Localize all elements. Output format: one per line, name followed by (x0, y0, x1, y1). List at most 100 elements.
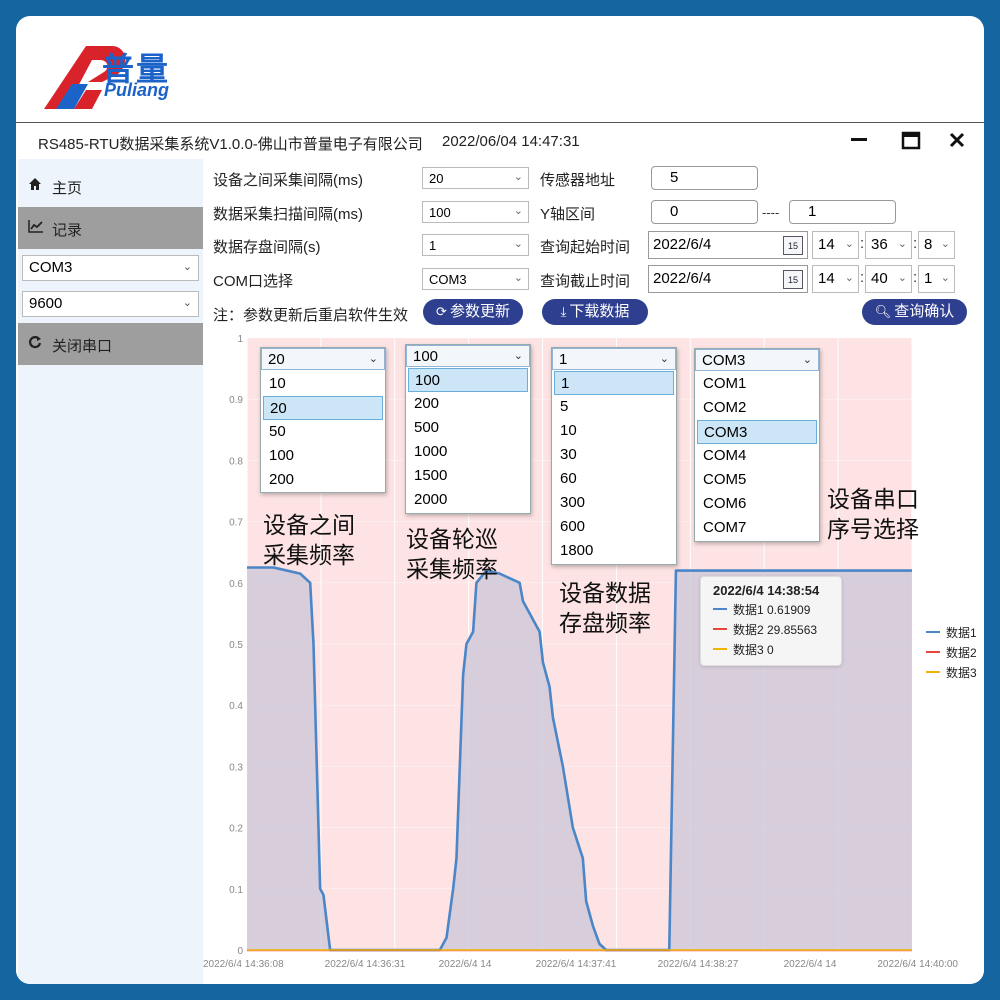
maximize-button[interactable] (896, 127, 926, 155)
dropdown-option[interactable]: 30 (554, 443, 674, 467)
option-label: COM1 (703, 375, 747, 392)
dropdown-option[interactable]: 1000 (408, 440, 528, 464)
chevron-down-icon: ⌄ (513, 238, 523, 250)
chevron-down-icon: ⌄ (368, 353, 378, 365)
dropdown-option[interactable]: 1800 (554, 539, 674, 563)
dropdown-header[interactable]: COM3 ⌄ (695, 349, 819, 371)
minimize-button[interactable] (844, 127, 874, 155)
download-data-button[interactable]: ⤓ 下载数据 (542, 299, 648, 325)
y-min-input[interactable]: 0 (651, 200, 758, 224)
dropdown-option[interactable]: 2000 (408, 488, 528, 512)
dropdown-selected: COM3 (702, 352, 746, 369)
calendar-icon[interactable]: 15 (783, 270, 803, 289)
storage-interval-select[interactable]: 1 ⌄ (422, 234, 529, 256)
option-label: 200 (269, 471, 295, 488)
close-icon (949, 132, 965, 148)
input-value: 0 (670, 203, 679, 220)
dropdown-option[interactable]: 5 (554, 395, 674, 419)
range-separator: ---- (762, 205, 780, 220)
device-interval-select[interactable]: 20 ⌄ (422, 167, 529, 189)
dropdown-option[interactable]: 20 (263, 396, 383, 420)
dropdown-option[interactable]: COM1 (697, 372, 817, 396)
annotation-line: 设备串口 (827, 486, 919, 512)
dropdown-option[interactable]: 60 (554, 467, 674, 491)
device-interval-label: 设备之间采集间隔(ms) (213, 172, 363, 189)
device-interval-dropdown[interactable]: 20 ⌄ 10 20 50 100 200 (260, 347, 386, 493)
series-swatch (713, 648, 727, 650)
end-minute-select[interactable]: 40 ⌄ (865, 265, 912, 293)
dropdown-header[interactable]: 1 ⌄ (552, 348, 676, 370)
tooltip-value: 数据1 0.61909 (733, 603, 811, 617)
chevron-down-icon: ⌄ (844, 238, 854, 250)
dropdown-option[interactable]: 50 (263, 420, 383, 444)
dropdown-selected: 1 (559, 351, 568, 368)
annotation-line: 设备数据 (559, 580, 651, 606)
x-tick-label: 2022/6/4 14:36:31 (325, 959, 406, 970)
start-hour-select[interactable]: 14 ⌄ (812, 231, 859, 259)
date-value: 2022/6/4 (653, 236, 712, 253)
com-port-select[interactable]: COM3 ⌄ (22, 255, 199, 281)
baud-rate-select[interactable]: 9600 ⌄ (22, 291, 199, 317)
option-label: 50 (269, 423, 286, 440)
end-date-picker[interactable]: 2022/6/4 15 (648, 265, 808, 293)
dropdown-option[interactable]: 1500 (408, 464, 528, 488)
option-label: COM4 (703, 447, 747, 464)
dropdown-option[interactable]: 200 (408, 392, 528, 416)
series-swatch (713, 628, 727, 630)
start-minute-select[interactable]: 36 ⌄ (865, 231, 912, 259)
end-second-select[interactable]: 1 ⌄ (918, 265, 955, 293)
close-port-button[interactable]: 关闭串口 (18, 323, 203, 365)
scan-interval-select[interactable]: 100 ⌄ (422, 201, 529, 223)
sensor-address-input[interactable]: 5 (651, 166, 758, 190)
tooltip-value: 数据3 0 (733, 643, 774, 657)
query-confirm-button[interactable]: 🔍︎ 查询确认 (862, 299, 967, 325)
maximize-icon (901, 131, 921, 150)
sidebar-item-home[interactable]: 主页 (18, 165, 203, 207)
start-date-picker[interactable]: 2022/6/4 15 (648, 231, 808, 259)
close-button[interactable] (942, 127, 972, 155)
dropdown-header[interactable]: 20 ⌄ (261, 348, 385, 370)
legend-swatch (926, 631, 940, 633)
sidebar-item-record[interactable]: 记录 (18, 207, 203, 249)
dropdown-option[interactable]: COM3 (697, 420, 817, 444)
scan-interval-dropdown[interactable]: 100 ⌄ 100 200 500 1000 1500 2000 (405, 344, 531, 514)
start-second-select[interactable]: 8 ⌄ (918, 231, 955, 259)
y-max-input[interactable]: 1 (789, 200, 896, 224)
option-label: COM2 (703, 399, 747, 416)
dropdown-option[interactable]: COM5 (697, 468, 817, 492)
dropdown-option[interactable]: COM6 (697, 492, 817, 516)
annotation-line: 设备之间 (263, 512, 355, 538)
dropdown-header[interactable]: 100 ⌄ (406, 345, 530, 367)
x-tick-label: 2022/6/4 14 (784, 959, 837, 970)
dropdown-option[interactable]: COM7 (697, 516, 817, 540)
tooltip-title: 2022/6/4 14:38:54 (713, 583, 820, 598)
option-label: 100 (269, 447, 295, 464)
update-params-button[interactable]: ⟳ 参数更新 (423, 299, 523, 325)
dropdown-option[interactable]: 10 (263, 372, 383, 396)
calendar-icon[interactable]: 15 (783, 236, 803, 255)
tooltip-value: 数据2 29.85563 (733, 623, 818, 637)
time-separator: : (860, 235, 865, 252)
option-label: COM5 (703, 471, 747, 488)
select-value: 40 (871, 270, 888, 287)
com-select[interactable]: COM3 ⌄ (422, 268, 529, 290)
annotation-device-interval: 设备之间 采集频率 (263, 510, 355, 570)
end-hour-select[interactable]: 14 ⌄ (812, 265, 859, 293)
dropdown-option[interactable]: 500 (408, 416, 528, 440)
dropdown-option[interactable]: 600 (554, 515, 674, 539)
storage-interval-dropdown[interactable]: 1 ⌄ 1 5 10 30 60 300 600 1800 (551, 347, 677, 565)
annotation-line: 采集频率 (406, 556, 498, 582)
dropdown-option[interactable]: 100 (408, 368, 528, 392)
option-label: 30 (560, 446, 577, 463)
com-port-dropdown[interactable]: COM3 ⌄ COM1 COM2 COM3 COM4 COM5 COM6 COM7 (694, 348, 820, 542)
dropdown-option[interactable]: 1 (554, 371, 674, 395)
dropdown-option[interactable]: 300 (554, 491, 674, 515)
dropdown-option[interactable]: 100 (263, 444, 383, 468)
dropdown-option[interactable]: COM2 (697, 396, 817, 420)
dropdown-option[interactable]: COM4 (697, 444, 817, 468)
dropdown-option[interactable]: 200 (263, 468, 383, 492)
scan-interval-label: 数据采集扫描间隔(ms) (213, 206, 363, 223)
y-tick-label: 0.5 (229, 640, 243, 651)
time-separator: : (913, 235, 918, 252)
dropdown-option[interactable]: 10 (554, 419, 674, 443)
